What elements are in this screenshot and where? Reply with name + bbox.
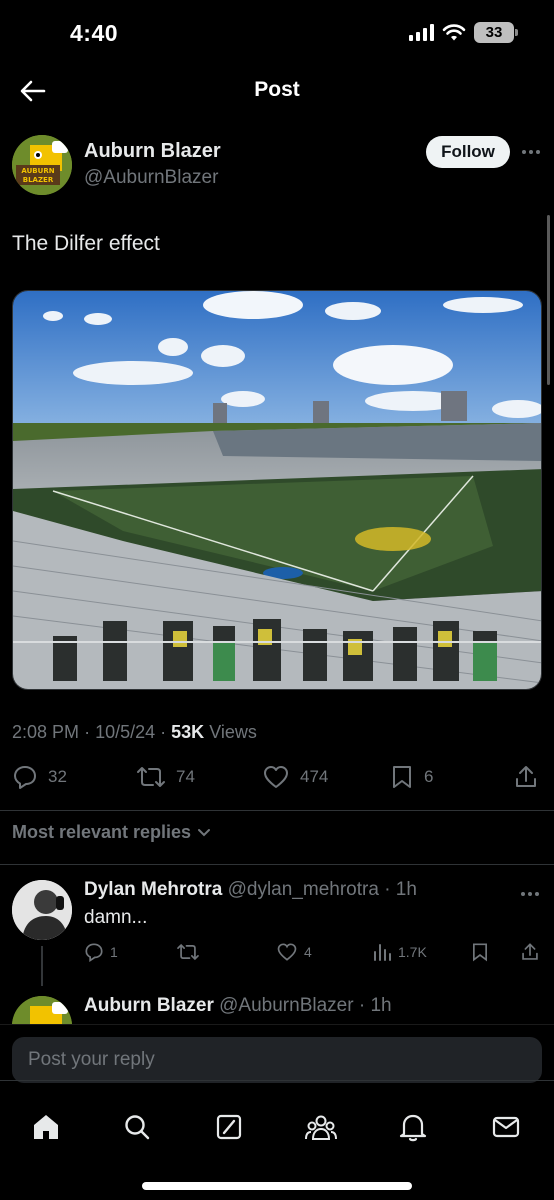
tab-notifications[interactable] [393,1109,433,1145]
reply-icon [85,943,103,962]
repost-icon [177,943,199,961]
post-text: The Dilfer effect [12,232,160,255]
top-nav: Post [0,66,554,116]
reply-header: Auburn Blazer @AuburnBlazer · 1h [84,995,392,1017]
status-icons: 33 [409,22,518,43]
meta-separator: · [84,722,96,742]
chevron-down-icon [198,828,211,836]
reply-author-name[interactable]: Auburn Blazer [84,995,214,1016]
views-count: 53K [171,722,205,742]
reply-button[interactable]: 32 [12,764,67,790]
scrollbar[interactable] [547,215,550,385]
notifications-icon [399,1114,427,1142]
bookmark-button[interactable]: 6 [390,764,433,790]
tab-home[interactable] [26,1109,66,1145]
more-options-button[interactable] [520,142,542,162]
avatar-logo-line1: AUBURN [21,167,54,175]
tab-search[interactable] [117,1109,157,1145]
follow-button[interactable]: Follow [426,136,510,168]
reply-header: Dylan Mehrotra @dylan_mehrotra · 1h [84,879,417,901]
reply-text: damn... [84,907,148,928]
search-icon [125,1115,150,1140]
repost-icon [137,767,165,787]
signal-icon [409,24,434,41]
share-icon [516,766,536,787]
repost-button[interactable]: 74 [136,764,195,790]
reply-like-count: 4 [304,944,312,960]
tab-communities[interactable] [301,1109,341,1145]
reply-icon [14,766,36,789]
divider [0,864,554,865]
bookmark-icon [393,766,411,788]
stadium-photo [13,291,541,689]
post-time: 2:08 PM [12,722,80,742]
reply-repost-button[interactable] [176,942,200,962]
avatar-logo-line2: BLAZER [23,176,54,184]
tab-messages[interactable] [486,1109,526,1145]
like-count: 474 [300,767,329,786]
post-meta: 2:08 PM · 10/5/24 · 53K Views [12,722,257,743]
reply-count: 32 [48,767,67,786]
reply-views-button[interactable]: 1.7K [372,942,427,962]
reply-author-name[interactable]: Dylan Mehrotra [84,879,222,900]
tab-grok[interactable] [209,1109,249,1145]
reply-separator: · [358,995,366,1016]
status-time: 4:40 [70,20,119,46]
reply-separator: · [384,879,391,900]
share-icon [522,943,538,960]
meta-separator: · [160,722,172,742]
bookmark-icon [473,943,487,962]
communities-icon [305,1115,337,1140]
battery-indicator: 33 [474,22,518,43]
reply-like-button[interactable]: 4 [276,942,312,962]
thread-line [41,946,43,986]
page-title: Post [254,78,300,101]
reply-avatar[interactable] [12,880,72,940]
reply-sort-dropdown[interactable]: Most relevant replies [12,822,211,843]
reply-time: 1h [395,879,417,900]
more-icon [521,892,539,896]
home-icon [34,1115,58,1139]
bottom-tab-bar [0,1080,554,1142]
post-media-image[interactable] [12,290,542,690]
reply-reply-button[interactable]: 1 [84,942,118,962]
reply-more-button[interactable] [520,884,540,902]
messages-icon [492,1116,520,1138]
grok-icon [216,1114,242,1140]
author-name[interactable]: Auburn Blazer [84,140,221,163]
repost-count: 74 [176,767,195,786]
reply-author-handle[interactable]: @AuburnBlazer [219,995,353,1016]
views-icon [374,944,391,961]
heart-icon [264,766,288,788]
author-avatar[interactable]: AUBURN BLAZER [12,135,72,195]
auburn-blazer-logo: AUBURN BLAZER [12,135,72,195]
reply-sort-label: Most relevant replies [12,822,192,842]
reply-input[interactable] [12,1037,542,1083]
reply-avatar-photo [12,880,72,940]
heart-icon [277,943,297,961]
post-date: 10/5/24 [95,722,156,742]
reply-reply-count: 1 [110,944,118,960]
home-indicator[interactable] [142,1182,412,1190]
reply-time: 1h [370,995,392,1016]
reply-action-bar: 1 4 1.7K [84,940,544,966]
battery-level: 33 [485,24,503,41]
bookmark-count: 6 [424,767,434,786]
reply-author-handle[interactable]: @dylan_mehrotra [228,879,379,900]
status-bar: 4:40 33 [0,0,554,66]
reply-views-count: 1.7K [398,944,427,960]
author-handle[interactable]: @AuburnBlazer [84,167,218,189]
views-label: Views [209,722,257,742]
more-icon [522,150,540,154]
wifi-icon [442,23,466,40]
share-button[interactable] [514,764,538,790]
like-button[interactable]: 474 [262,764,328,790]
reply-bookmark-button[interactable] [470,942,490,962]
post-action-bar: 32 74 474 6 [0,760,554,796]
divider [0,810,554,811]
reply-share-button[interactable] [520,942,540,962]
